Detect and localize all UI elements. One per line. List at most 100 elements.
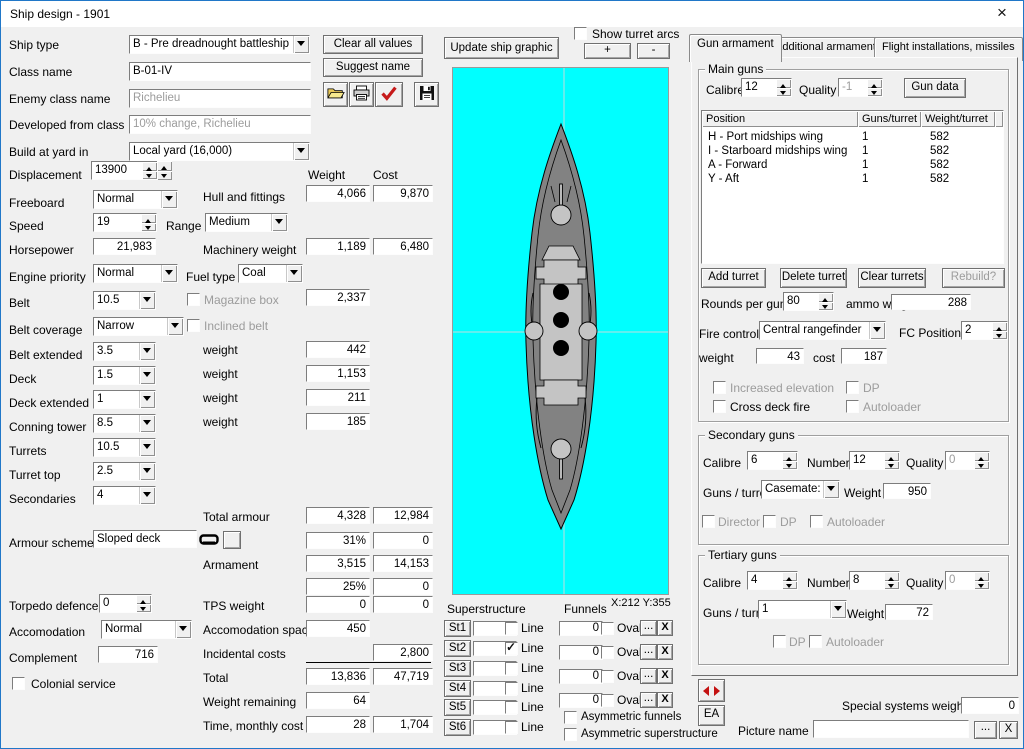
- spin-buttons[interactable]: [818, 293, 833, 310]
- secondary-calibre-stepper[interactable]: 6: [747, 451, 798, 470]
- chevron-down-icon[interactable]: [823, 481, 839, 498]
- save-floppy-icon[interactable]: [414, 82, 439, 107]
- accomodation-select[interactable]: Normal: [101, 620, 192, 639]
- funnel2-oval-checkbox[interactable]: [601, 646, 614, 659]
- belt-select[interactable]: 10.5: [93, 291, 156, 310]
- chevron-down-icon[interactable]: [139, 391, 155, 408]
- chevron-down-icon[interactable]: [139, 415, 155, 432]
- table-row-guns[interactable]: 1: [862, 159, 868, 171]
- st4-line-checkbox[interactable]: [505, 682, 518, 695]
- chevron-down-icon[interactable]: [139, 439, 155, 456]
- class-name-input[interactable]: B-01-IV: [129, 62, 311, 81]
- table-row-weight[interactable]: 582: [930, 159, 949, 171]
- secondary-quality-stepper[interactable]: 0: [945, 451, 990, 470]
- funnel3-remove-button[interactable]: X: [657, 668, 673, 684]
- chevron-down-icon[interactable]: [869, 322, 885, 339]
- st3-line-checkbox[interactable]: [505, 662, 518, 675]
- spin-buttons[interactable]: [867, 79, 882, 96]
- rounds-per-gun-stepper[interactable]: 80: [783, 292, 834, 311]
- main-quality-stepper[interactable]: -1: [838, 78, 883, 97]
- speed-stepper[interactable]: 19: [93, 213, 157, 232]
- tertiary-guns-turret-select[interactable]: 1: [758, 600, 847, 619]
- st6-line-checkbox[interactable]: [505, 721, 518, 734]
- chevron-down-icon[interactable]: [271, 214, 287, 231]
- asymmetric-superstructure-checkbox[interactable]: [564, 728, 577, 741]
- chevron-down-icon[interactable]: [161, 191, 177, 208]
- fire-control-select[interactable]: Central rangefinder: [759, 321, 886, 340]
- chevron-down-icon[interactable]: [293, 143, 309, 160]
- spin-buttons[interactable]: [974, 452, 989, 469]
- open-folder-icon[interactable]: [323, 82, 348, 107]
- print-icon[interactable]: [349, 82, 374, 107]
- close-icon[interactable]: ×: [989, 2, 1015, 25]
- cross-deck-fire-checkbox[interactable]: [713, 400, 726, 413]
- funnel1-more-button[interactable]: ...: [640, 620, 657, 636]
- secondary-number-stepper[interactable]: 12: [849, 451, 900, 470]
- spin-buttons[interactable]: [142, 162, 157, 179]
- spin-buttons[interactable]: [782, 452, 797, 469]
- add-turret-button[interactable]: Add turret: [701, 268, 766, 288]
- fc-positions-stepper[interactable]: 2: [961, 321, 1008, 340]
- tertiary-calibre-stepper[interactable]: 4: [747, 571, 798, 590]
- funnel4-remove-button[interactable]: X: [657, 692, 673, 708]
- table-row-guns[interactable]: 1: [862, 145, 868, 157]
- conning-tower-select[interactable]: 8.5: [93, 414, 156, 433]
- funnel1-remove-button[interactable]: X: [657, 620, 673, 636]
- picture-name-input[interactable]: [813, 720, 969, 738]
- zoom-in-button[interactable]: +: [584, 43, 631, 59]
- displacement-stepper[interactable]: 13900: [91, 161, 158, 180]
- secondary-guns-turret-select[interactable]: Casemate:: [761, 480, 840, 499]
- turrets-select[interactable]: 10.5: [93, 438, 156, 457]
- col-weight-per-turret[interactable]: Weight/turret: [921, 111, 995, 127]
- table-row-weight[interactable]: 582: [930, 173, 949, 185]
- st4-button[interactable]: St4: [444, 680, 471, 697]
- belt-coverage-select[interactable]: Narrow: [93, 317, 184, 336]
- table-row-position[interactable]: I - Starboard midships wing: [708, 145, 847, 157]
- spin-buttons[interactable]: [884, 452, 899, 469]
- turret-top-select[interactable]: 2.5: [93, 462, 156, 481]
- st2-button[interactable]: St2: [444, 640, 471, 657]
- table-row-weight[interactable]: 582: [930, 145, 949, 157]
- freeboard-select[interactable]: Normal: [93, 190, 178, 209]
- table-row-guns[interactable]: 1: [862, 131, 868, 143]
- tertiary-quality-stepper[interactable]: 0: [945, 571, 990, 590]
- funnel3-oval-checkbox[interactable]: [601, 670, 614, 683]
- chevron-down-icon[interactable]: [293, 36, 309, 53]
- validate-check-icon[interactable]: [375, 82, 403, 107]
- st5-line-checkbox[interactable]: [505, 701, 518, 714]
- funnel2-remove-button[interactable]: X: [657, 644, 673, 660]
- tab-gun-armament[interactable]: Gun armament: [689, 34, 782, 62]
- table-row-guns[interactable]: 1: [862, 173, 868, 185]
- table-row-position[interactable]: H - Port midships wing: [708, 131, 823, 143]
- picture-clear-button[interactable]: X: [999, 721, 1018, 739]
- st2-line-checkbox[interactable]: [505, 642, 518, 655]
- belt-extended-select[interactable]: 3.5: [93, 342, 156, 361]
- displacement-coarse-stepper[interactable]: [157, 161, 172, 180]
- update-graphic-button[interactable]: Update ship graphic: [444, 37, 559, 59]
- table-row-weight[interactable]: 582: [930, 131, 949, 143]
- show-turret-arcs-checkbox[interactable]: [574, 27, 587, 40]
- spin-buttons[interactable]: [141, 214, 156, 231]
- funnel1-oval-checkbox[interactable]: [601, 622, 614, 635]
- turret-table[interactable]: Position Guns/turret Weight/turret H - P…: [701, 110, 1004, 264]
- suggest-name-button[interactable]: Suggest name: [323, 58, 423, 77]
- chevron-down-icon[interactable]: [139, 343, 155, 360]
- col-guns-per-turret[interactable]: Guns/turret: [858, 111, 921, 127]
- tertiary-number-stepper[interactable]: 8: [849, 571, 900, 590]
- funnel4-more-button[interactable]: ...: [640, 692, 657, 708]
- chevron-down-icon[interactable]: [175, 621, 191, 638]
- chevron-down-icon[interactable]: [167, 318, 183, 335]
- st1-line-checkbox[interactable]: [505, 622, 518, 635]
- colonial-service-checkbox[interactable]: [12, 677, 25, 690]
- ship-type-select[interactable]: B - Pre dreadnought battleship: [129, 35, 310, 54]
- ship-graphic-canvas[interactable]: [452, 67, 669, 595]
- zoom-out-button[interactable]: -: [637, 43, 670, 59]
- funnel2-more-button[interactable]: ...: [640, 644, 657, 660]
- armour-scheme-button[interactable]: [223, 531, 241, 549]
- main-calibre-stepper[interactable]: 12: [741, 78, 792, 97]
- fuel-type-select[interactable]: Coal: [238, 264, 303, 283]
- spin-buttons[interactable]: [992, 322, 1007, 339]
- ea-button[interactable]: EA: [698, 705, 725, 726]
- st3-button[interactable]: St3: [444, 660, 471, 677]
- chevron-down-icon[interactable]: [286, 265, 302, 282]
